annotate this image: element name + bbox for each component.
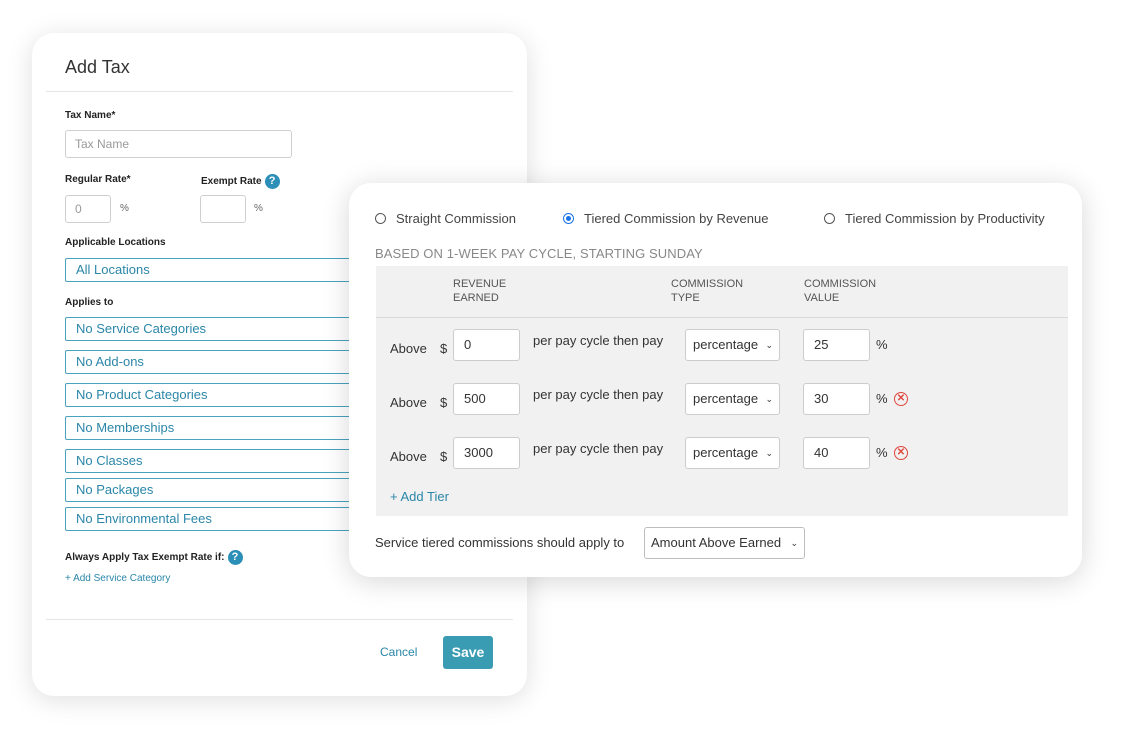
add-service-category-link[interactable]: + Add Service Category bbox=[65, 573, 170, 584]
currency-symbol: $ bbox=[440, 449, 448, 464]
commission-value-input[interactable]: 25 bbox=[803, 329, 870, 361]
currency-symbol: $ bbox=[440, 341, 448, 356]
radio-icon bbox=[824, 213, 835, 224]
regular-rate-percent: % bbox=[120, 203, 129, 214]
revenue-amount-input[interactable]: 3000 bbox=[453, 437, 520, 469]
pay-cycle-note: BASED ON 1-WEEK PAY CYCLE, STARTING SUND… bbox=[375, 246, 703, 261]
header-commission-value: COMMISSION VALUE bbox=[804, 278, 877, 304]
per-cycle-label: per pay cycle then pay bbox=[533, 441, 664, 456]
exempt-rate-percent: % bbox=[254, 203, 263, 214]
remove-tier-icon[interactable]: ✕ bbox=[894, 392, 908, 406]
applies-to-label: Applies to bbox=[65, 297, 114, 308]
apply-to-select[interactable]: Amount Above Earned ⌄ bbox=[644, 527, 805, 559]
currency-symbol: $ bbox=[440, 395, 448, 410]
help-icon[interactable]: ? bbox=[264, 174, 280, 189]
save-button[interactable]: Save bbox=[443, 636, 493, 669]
exempt-rate-input[interactable] bbox=[200, 195, 246, 223]
chevron-down-icon: ⌄ bbox=[765, 340, 773, 350]
cancel-button[interactable]: Cancel bbox=[380, 645, 417, 659]
regular-rate-input[interactable]: 0 bbox=[65, 195, 111, 223]
radio-label: Straight Commission bbox=[396, 211, 516, 226]
chevron-down-icon: ⌄ bbox=[765, 448, 773, 458]
exempt-if-label: Always Apply Tax Exempt Rate if:? bbox=[65, 550, 243, 565]
value-unit: % bbox=[876, 445, 888, 460]
commission-value-input[interactable]: 40 bbox=[803, 437, 870, 469]
radio-icon bbox=[375, 213, 386, 224]
revenue-amount-input[interactable]: 0 bbox=[453, 329, 520, 361]
radio-label: Tiered Commission by Productivity bbox=[845, 211, 1045, 226]
applicable-locations-label: Applicable Locations bbox=[65, 237, 166, 248]
tier-row: Above $ 0 per pay cycle then pay percent… bbox=[376, 329, 1068, 369]
regular-rate-label: Regular Rate* bbox=[65, 174, 131, 185]
tax-name-input[interactable]: Tax Name bbox=[65, 130, 292, 158]
remove-tier-icon[interactable]: ✕ bbox=[894, 446, 908, 460]
dialog-title: Add Tax bbox=[65, 57, 130, 77]
chevron-down-icon: ⌄ bbox=[765, 394, 773, 404]
commission-settings-card: Straight Commission Tiered Commission by… bbox=[349, 183, 1082, 577]
radio-selected-icon bbox=[563, 213, 574, 224]
add-tier-link[interactable]: + Add Tier bbox=[390, 489, 449, 504]
above-label: Above bbox=[390, 449, 427, 464]
apply-to-label: Service tiered commissions should apply … bbox=[375, 535, 625, 550]
value-unit: % bbox=[876, 391, 888, 406]
exempt-rate-label: Exempt Rate? bbox=[201, 174, 280, 189]
commission-type-select[interactable]: percentage ⌄ bbox=[685, 437, 780, 469]
select-value: percentage bbox=[693, 391, 759, 406]
footer-divider bbox=[46, 619, 513, 620]
header-commission-type: COMMISSION TYPE bbox=[671, 278, 744, 304]
above-label: Above bbox=[390, 341, 427, 356]
tier-row: Above $ 500 per pay cycle then pay perce… bbox=[376, 383, 1068, 423]
per-cycle-label: per pay cycle then pay bbox=[533, 387, 664, 402]
select-value: percentage bbox=[693, 337, 759, 352]
radio-straight-commission[interactable]: Straight Commission bbox=[375, 211, 516, 226]
help-icon[interactable]: ? bbox=[227, 550, 243, 565]
per-cycle-label: per pay cycle then pay bbox=[533, 333, 664, 348]
chevron-down-icon: ⌄ bbox=[790, 538, 798, 548]
select-value: Amount Above Earned bbox=[651, 535, 782, 550]
radio-tiered-by-revenue[interactable]: Tiered Commission by Revenue bbox=[563, 211, 768, 226]
header-divider bbox=[46, 91, 513, 92]
tier-table: REVENUE EARNED COMMISSION TYPE COMMISSION V… bbox=[376, 266, 1068, 516]
tier-table-header: REVENUE EARNED COMMISSION TYPE COMMISSION V… bbox=[376, 266, 1068, 318]
above-label: Above bbox=[390, 395, 427, 410]
tax-name-label: Tax Name* bbox=[65, 110, 116, 121]
revenue-amount-input[interactable]: 500 bbox=[453, 383, 520, 415]
header-revenue-earned: REVENUE EARNED bbox=[453, 278, 507, 304]
value-unit: % bbox=[876, 337, 888, 352]
select-value: percentage bbox=[693, 445, 759, 460]
radio-label: Tiered Commission by Revenue bbox=[584, 211, 769, 226]
commission-type-select[interactable]: percentage ⌄ bbox=[685, 383, 780, 415]
tier-row: Above $ 3000 per pay cycle then pay perc… bbox=[376, 437, 1068, 477]
commission-type-select[interactable]: percentage ⌄ bbox=[685, 329, 780, 361]
radio-tiered-by-productivity[interactable]: Tiered Commission by Productivity bbox=[824, 211, 1045, 226]
commission-value-input[interactable]: 30 bbox=[803, 383, 870, 415]
